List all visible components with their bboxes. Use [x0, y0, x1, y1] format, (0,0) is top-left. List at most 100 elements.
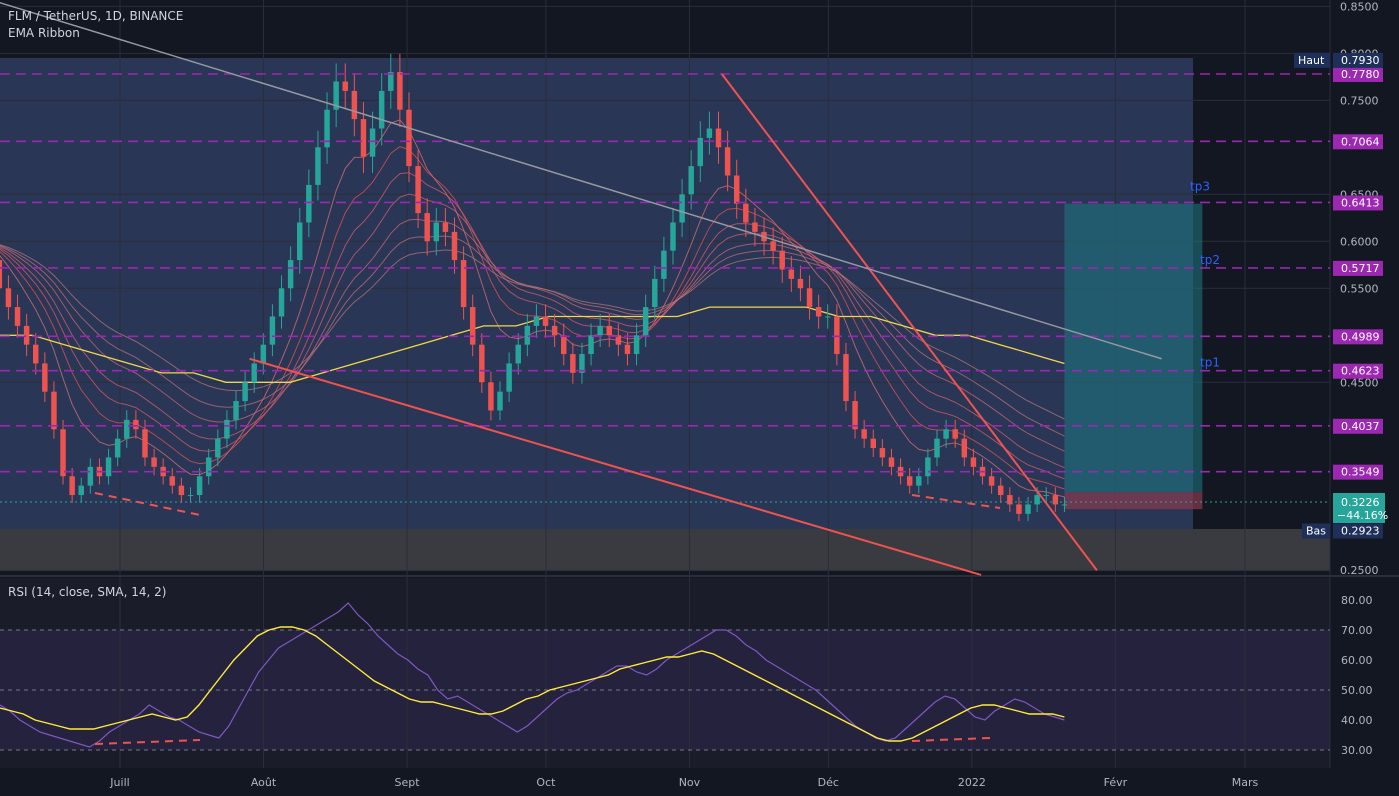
candle-body: [315, 147, 321, 185]
candle-body: [23, 325, 30, 345]
symbol-title[interactable]: FLM / TetherUS, 1D, BINANCE: [8, 9, 183, 23]
candle-body: [1007, 495, 1013, 505]
candle-body: [533, 316, 540, 326]
price-level-tag-text: 0.6413: [1341, 196, 1380, 209]
candle-body: [42, 363, 48, 392]
candle-body: [970, 457, 977, 467]
candle-body: [124, 419, 130, 439]
price-level-tag-text: 0.4037: [1341, 420, 1380, 433]
candle-body: [706, 128, 713, 138]
candle-body: [433, 222, 440, 242]
candle-body: [178, 485, 185, 496]
candle-body: [196, 476, 203, 496]
candle-body: [733, 175, 740, 204]
time-tick-label: Juill: [109, 776, 129, 789]
rsi-tick-label: 70.00: [1341, 624, 1373, 637]
candle-body: [69, 476, 75, 496]
target-label-tp1: tp1: [1200, 356, 1220, 370]
candle-body: [906, 476, 913, 486]
candle-body: [60, 429, 66, 477]
candle-body: [278, 288, 285, 317]
candle-body: [988, 476, 995, 486]
candle-body: [752, 222, 758, 232]
candle-body: [442, 222, 449, 232]
candle-body: [825, 316, 831, 318]
candle-body: [105, 457, 112, 477]
rsi-tick-label: 60.00: [1341, 654, 1373, 667]
candle-body: [51, 391, 57, 430]
candle-body: [451, 231, 458, 261]
candle-body: [479, 344, 485, 383]
price-tick-label: 0.5500: [1340, 282, 1379, 295]
time-tick-label: Nov: [679, 776, 701, 789]
candle-body: [488, 382, 494, 411]
candle-body: [1016, 504, 1022, 514]
candle-body: [133, 419, 139, 430]
candle-body: [1043, 495, 1049, 497]
range-low-tag-text: Bas: [1306, 524, 1326, 537]
price-level-tag-text: 0.4623: [1341, 365, 1380, 378]
candle-body: [388, 72, 394, 91]
candle-body: [1061, 504, 1068, 506]
candle-body: [469, 307, 476, 345]
last-price-change: −44.16%: [1337, 509, 1388, 522]
candle-body: [506, 363, 512, 392]
candle-body: [169, 476, 176, 486]
candle-body: [743, 203, 749, 223]
price-level-tag-text: 0.7064: [1341, 135, 1380, 148]
rsi-label[interactable]: RSI (14, close, SMA, 14, 2): [8, 585, 166, 599]
candle-body: [369, 128, 376, 157]
candle-body: [14, 307, 21, 326]
candle-body: [788, 269, 795, 279]
candle-body: [633, 335, 640, 355]
candle-body: [697, 137, 704, 167]
candle-body: [224, 419, 230, 439]
candle-body: [588, 335, 594, 355]
price-chart[interactable]: tp3tp2tp10.85000.80000.75000.65000.60000…: [0, 0, 1399, 796]
candle-body: [916, 476, 922, 486]
candle-body: [342, 81, 348, 91]
candle-body: [770, 241, 776, 251]
candle-body: [205, 457, 212, 477]
price-tick-label: 0.2500: [1340, 564, 1379, 577]
range-box: [0, 58, 1193, 529]
candle-body: [551, 325, 558, 336]
candle-body: [661, 250, 667, 279]
ema-ribbon-label[interactable]: EMA Ribbon: [8, 26, 80, 40]
candle-body: [351, 90, 358, 120]
candle-body: [306, 184, 312, 223]
candle-body: [515, 344, 521, 364]
range-low-value-text: 0.2923: [1341, 524, 1380, 537]
rsi-tick-label: 50.00: [1341, 684, 1373, 697]
candle-body: [114, 438, 121, 458]
candle-body: [397, 72, 403, 110]
candle-body: [415, 166, 421, 214]
candle-body: [406, 109, 412, 167]
candle-body: [269, 316, 276, 345]
price-level-tag-text: 0.7780: [1341, 68, 1380, 81]
candle-body: [624, 344, 631, 355]
time-tick-label: Déc: [818, 776, 839, 789]
last-price-value: 0.3226: [1341, 496, 1380, 509]
candle-body: [961, 438, 968, 458]
candle-body: [260, 344, 267, 364]
time-tick-label: Oct: [536, 776, 556, 789]
target-label-tp2: tp2: [1200, 253, 1220, 267]
candle-body: [378, 90, 385, 129]
candle-body: [87, 466, 94, 486]
candle-body: [0, 260, 3, 289]
lower-shade: [0, 529, 1330, 571]
rsi-tick-label: 40.00: [1341, 714, 1373, 727]
candle-body: [597, 325, 603, 336]
candle-body: [424, 213, 430, 242]
candle-body: [724, 147, 731, 176]
candle-body: [33, 344, 39, 364]
candle-body: [797, 278, 804, 289]
candle-body: [497, 391, 503, 411]
candle-body: [242, 382, 248, 402]
candle-body: [879, 448, 886, 458]
candle-body: [233, 401, 239, 420]
time-tick-label: 2022: [958, 776, 986, 789]
candle-body: [360, 119, 367, 157]
candle-body: [524, 325, 531, 345]
